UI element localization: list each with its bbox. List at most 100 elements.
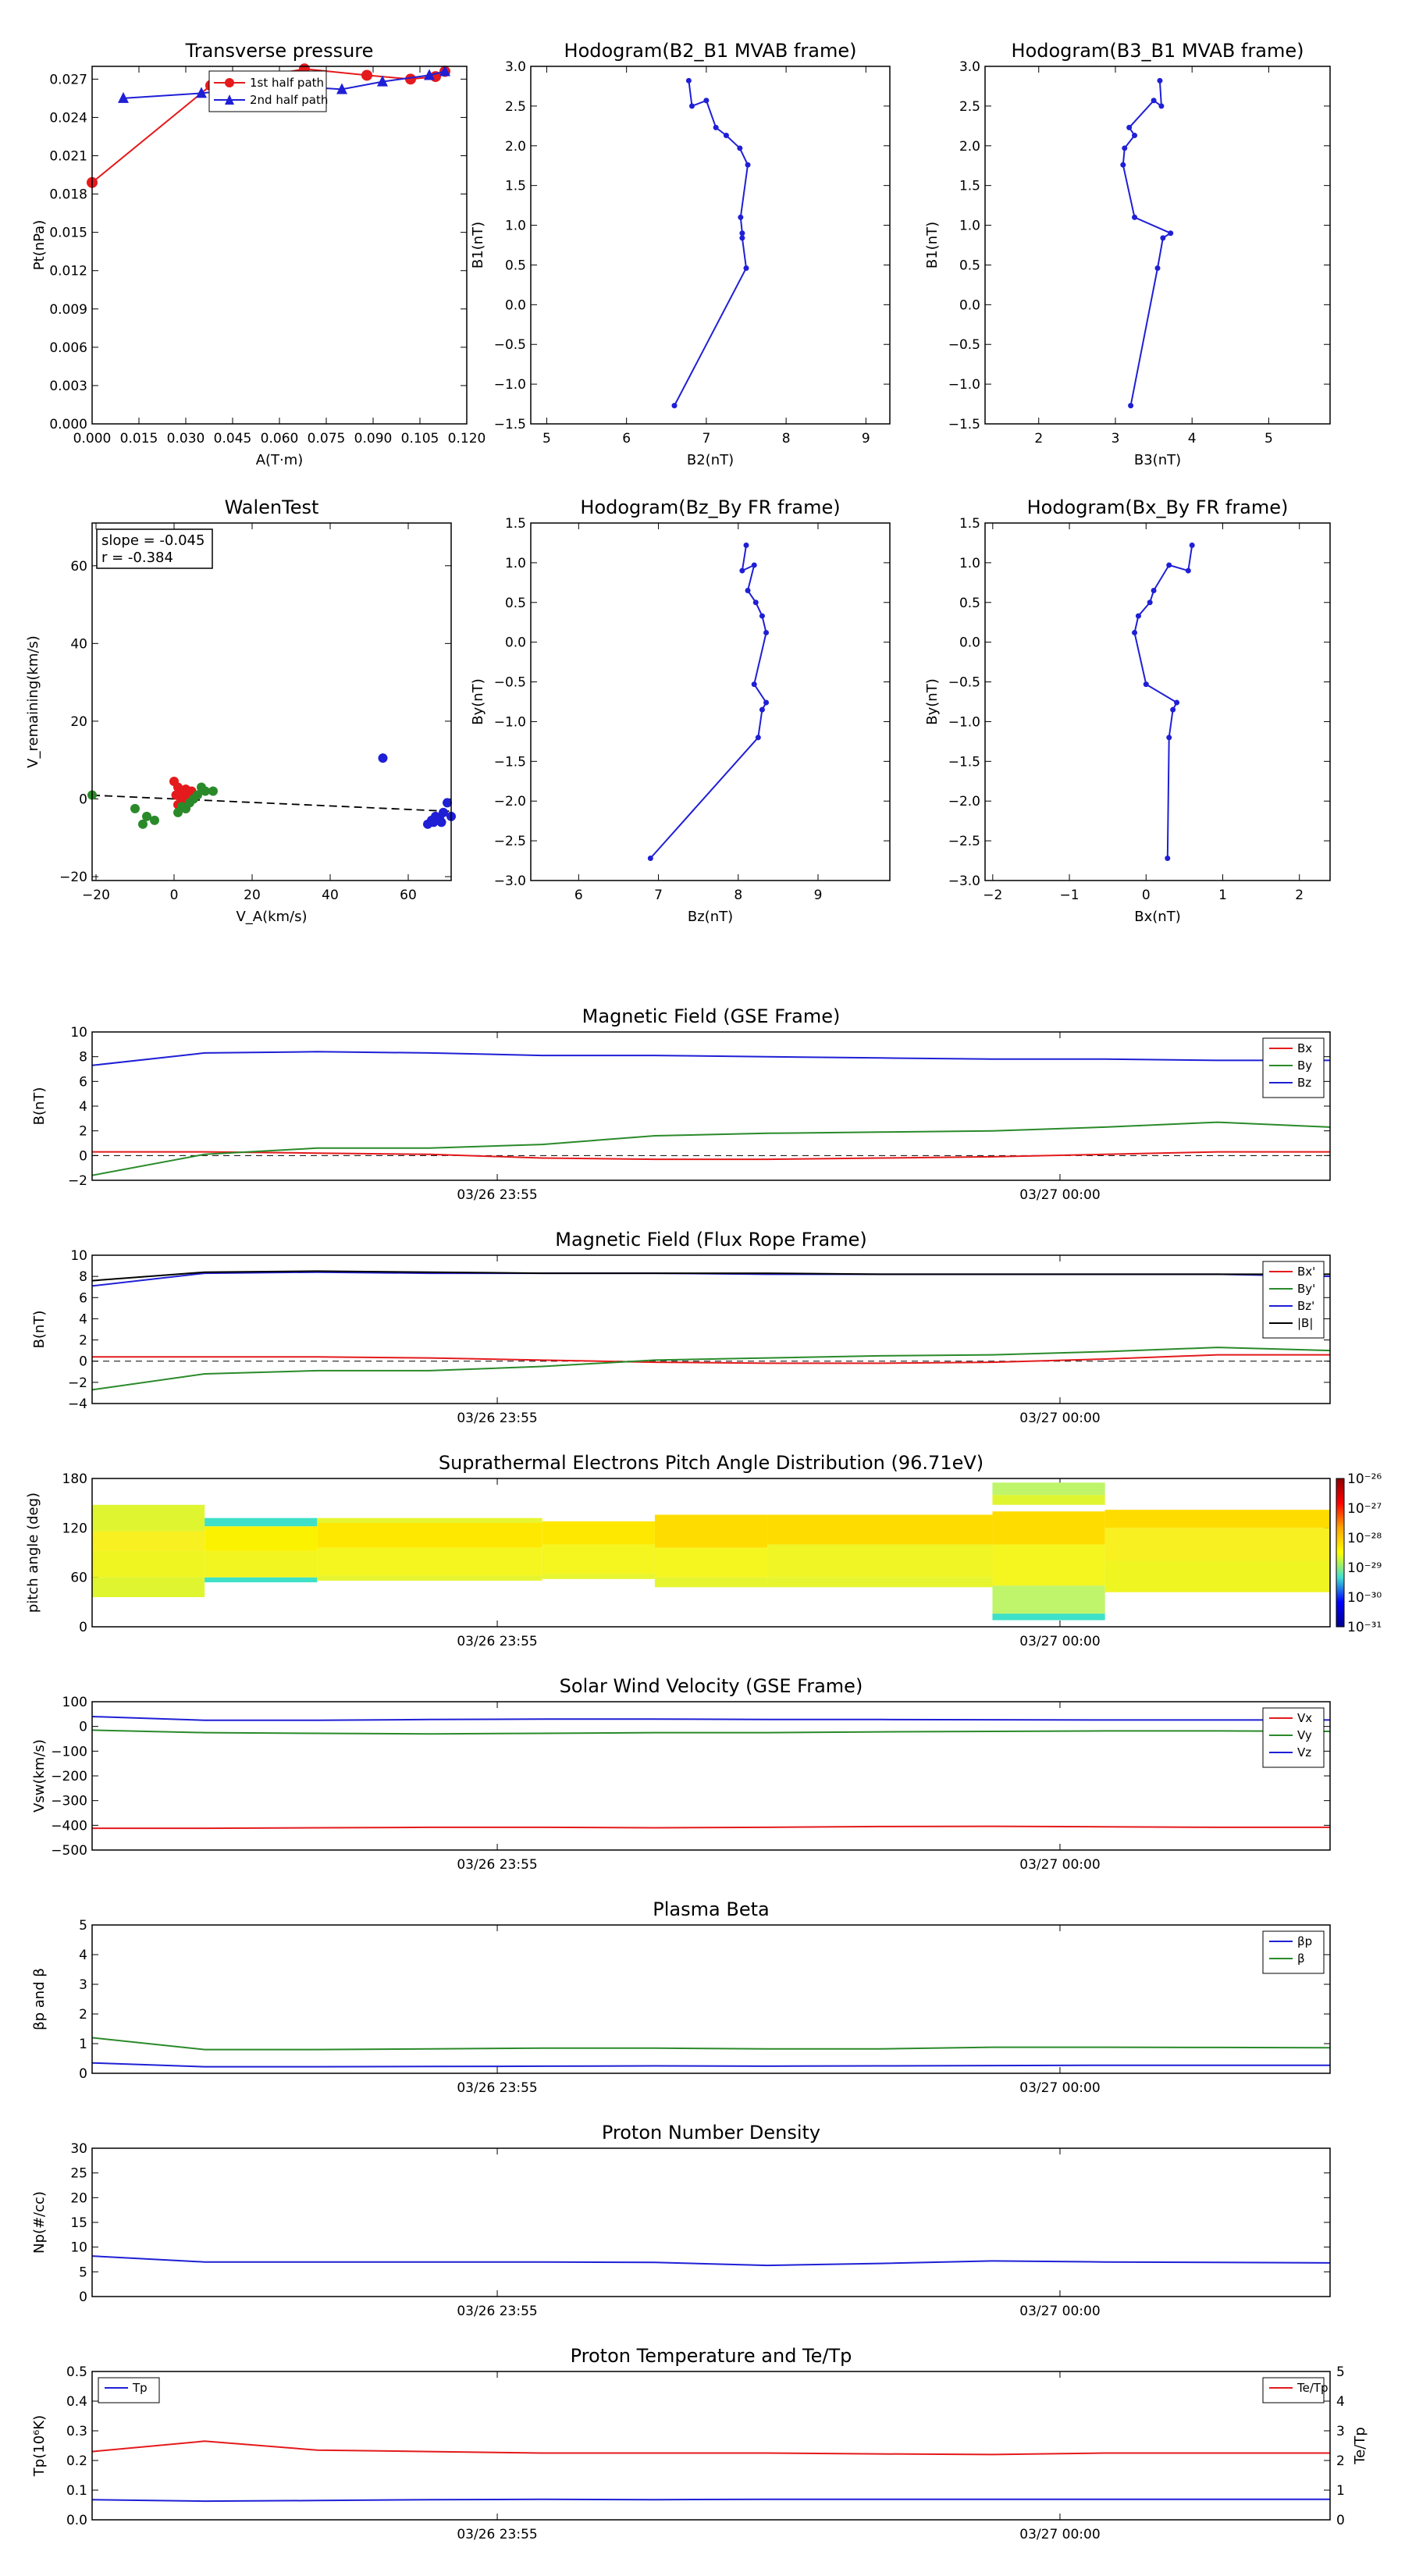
- heatmap-cell: [767, 1577, 993, 1588]
- colorbar-tick-label: 10⁻²⁶: [1347, 1471, 1382, 1487]
- chart-title: Hodogram(B2_B1 MVAB frame): [564, 40, 857, 62]
- x-tick-label: 60: [400, 888, 417, 903]
- chart-title: Transverse pressure: [185, 40, 374, 62]
- colorbar-tick-label: 10⁻²⁹: [1347, 1560, 1382, 1576]
- x-axis-label: Bz(nT): [688, 909, 733, 925]
- heatmap-cell: [92, 1577, 205, 1597]
- heatmap-cell: [767, 1514, 993, 1545]
- chart-panel-mag_gse: Magnetic Field (GSE Frame) 03/26 23:55 03/…: [31, 1005, 1331, 1203]
- x-tick-label: 0.090: [354, 431, 393, 447]
- x-tick-label: −1: [1060, 888, 1080, 903]
- y-axis-label: By(nT): [470, 678, 486, 724]
- chart-panel-tp_temp: Proton Temperature and Te/Tp 03/26 23:55 0…: [31, 2345, 1368, 2542]
- y-tick-label: 0: [79, 2290, 87, 2305]
- x-tick-label: 4: [1188, 431, 1197, 447]
- series-marker: [737, 145, 743, 151]
- chart-title: Proton Number Density: [602, 2122, 820, 2144]
- y-tick-label: −2.0: [948, 794, 980, 809]
- y-tick-label: 2: [79, 1124, 87, 1140]
- x-tick-label: 5: [542, 431, 551, 447]
- y-tick-label: −0.5: [494, 675, 526, 691]
- x-tick-label: 0: [1142, 888, 1151, 903]
- heatmap-cell: [992, 1482, 1105, 1496]
- heatmap-cell: [542, 1574, 655, 1579]
- y-axis-label: Tp(10⁶K): [31, 2415, 48, 2477]
- series-marker: [751, 562, 757, 568]
- series-marker: [759, 706, 765, 713]
- y-tick-label: −1.0: [494, 377, 526, 393]
- series-marker: [1166, 562, 1172, 568]
- heatmap-cell: [654, 1514, 768, 1548]
- y-tick-label: 1.5: [505, 516, 526, 532]
- scatter-point: [436, 817, 446, 827]
- y-tick-label: 0.009: [49, 302, 87, 318]
- legend-entry: By: [1297, 1059, 1312, 1073]
- y-tick-label: −100: [51, 1744, 87, 1759]
- heatmap-cell: [992, 1544, 1105, 1586]
- series-marker: [1147, 600, 1153, 606]
- legend-entry: 1st half path: [250, 76, 324, 90]
- y-tick-label: 0: [79, 1354, 87, 1370]
- series-line: [91, 2255, 1331, 2267]
- y-tick-label: 5: [79, 2265, 87, 2280]
- x-axis-label: A(T·m): [256, 452, 304, 468]
- series-marker: [763, 699, 770, 706]
- series-marker: [647, 856, 653, 862]
- y-tick-label: 5: [79, 1918, 87, 1934]
- y-tick-label: 180: [62, 1471, 87, 1487]
- x-tick-label: 03/26 23:55: [457, 2304, 537, 2319]
- series-marker: [1168, 230, 1174, 237]
- y-tick-label: 1.0: [959, 219, 980, 234]
- x-tick-label: 5: [1264, 431, 1273, 447]
- y-tick-label: −300: [51, 1794, 87, 1809]
- y-tick-label: 2: [79, 1333, 87, 1349]
- y-tick-label: −500: [51, 1843, 87, 1859]
- chart-panel-h2: Hodogram(B3_B1 MVAB frame) 2 3 4 5 −1.5 −1.0 −0…: [924, 40, 1331, 468]
- y-tick-label: 3: [79, 1977, 87, 1993]
- x-tick-label: 03/27 00:00: [1019, 2304, 1100, 2319]
- heatmap-cell: [317, 1523, 542, 1548]
- series-marker: [703, 98, 710, 104]
- x-tick-label: 40: [322, 888, 339, 903]
- y-tick-label: 0.5: [959, 258, 980, 273]
- y-tick-label: 0.0: [505, 635, 526, 651]
- series-marker: [745, 162, 751, 168]
- chart-panel-pad: Suprathermal Electrons Pitch Angle Distr…: [25, 1452, 1382, 1649]
- y-tick-label: 20: [70, 714, 87, 730]
- y-tick-label: 15: [70, 2215, 87, 2231]
- y-tick-label: −2.5: [494, 834, 526, 849]
- y-tick-label: −0.5: [494, 337, 526, 353]
- x-tick-label: 7: [654, 888, 663, 903]
- chart-panel-np: Proton Number Density 03/26 23:55 03/27 00…: [31, 2122, 1331, 2319]
- series-marker: [1143, 681, 1149, 688]
- chart-title: Hodogram(Bz_By FR frame): [580, 496, 840, 518]
- series-marker: [1154, 265, 1161, 272]
- colorbar-tick-label: 10⁻³⁰: [1347, 1590, 1382, 1606]
- x-tick-label: 03/26 23:55: [457, 2527, 537, 2542]
- y-right-tick-label: 1: [1336, 2483, 1345, 2499]
- heatmap-cell: [92, 1531, 205, 1551]
- chart-title: WalenTest: [225, 496, 319, 518]
- x-tick-label: 7: [702, 431, 710, 447]
- annotation-text: r = -0.384: [101, 550, 173, 566]
- series-marker: [361, 69, 372, 81]
- legend-entry: |B|: [1297, 1316, 1313, 1330]
- heatmap-cell: [317, 1575, 542, 1581]
- legend-box: [1262, 1930, 1325, 1974]
- series-marker: [1158, 103, 1165, 109]
- y-tick-label: −2.0: [494, 794, 526, 809]
- series-marker: [743, 542, 749, 548]
- y-tick-label: −2.5: [948, 834, 980, 849]
- series-marker: [1160, 235, 1166, 241]
- x-tick-label: 03/27 00:00: [1019, 1411, 1100, 1426]
- x-tick-label: 0.030: [167, 431, 205, 447]
- series-marker: [1165, 856, 1171, 862]
- y-tick-label: 10: [70, 1025, 87, 1041]
- y-tick-label: 2.0: [959, 139, 980, 155]
- y-tick-label: 0.0: [959, 635, 980, 651]
- series-marker: [1189, 542, 1195, 548]
- x-tick-label: 03/26 23:55: [457, 2080, 537, 2096]
- y-tick-label: 0.024: [49, 110, 87, 126]
- x-axis-label: V_A(km/s): [236, 909, 307, 925]
- heatmap-cell: [205, 1577, 318, 1582]
